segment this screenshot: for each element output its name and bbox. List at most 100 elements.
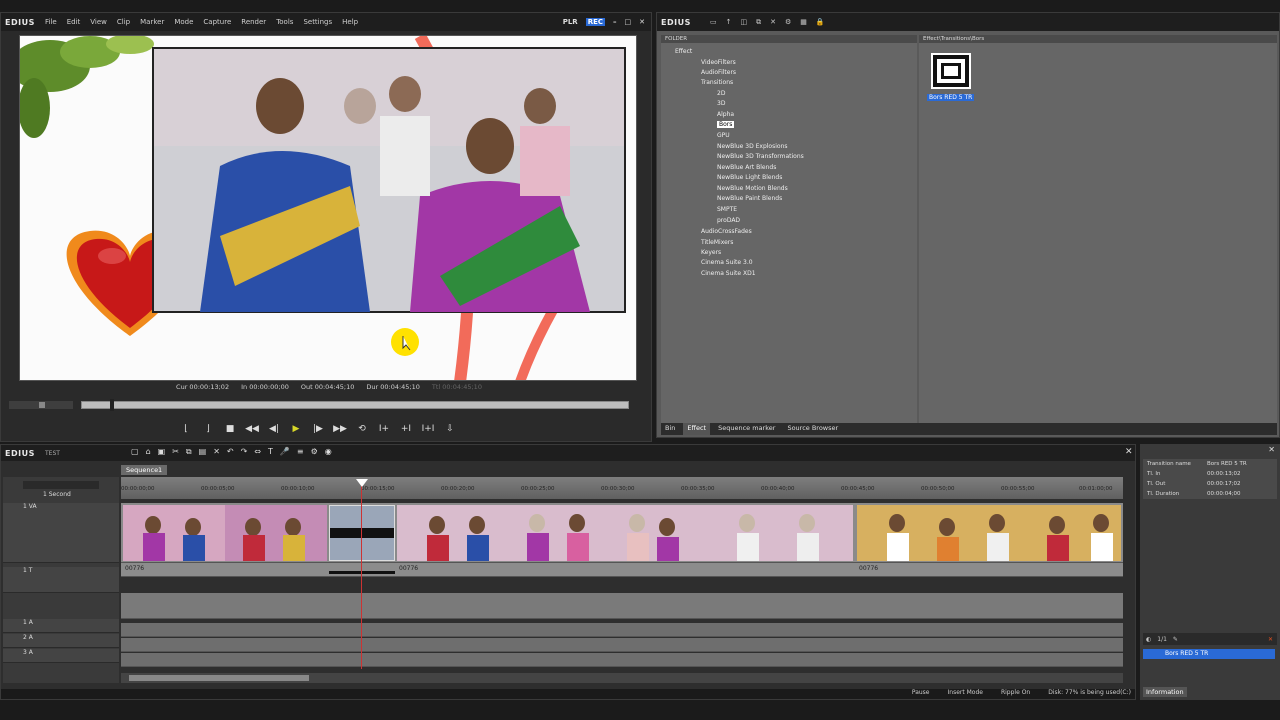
track-2a[interactable]: 2 A [3,634,119,648]
up-folder-icon[interactable]: ↑ [726,18,732,26]
video-clip-2[interactable] [397,505,853,561]
menu-capture[interactable]: Capture [203,18,231,26]
video-clip-3[interactable] [857,505,1121,561]
track-1t[interactable]: 1 T [3,567,119,593]
layer-edit-icon[interactable]: ✎ [1173,636,1178,643]
tree-keyers[interactable]: Keyers [701,249,721,256]
maximize-icon[interactable]: □ [625,18,632,26]
tree-cinema-suite-3[interactable]: Cinema Suite 3.0 [701,259,753,266]
step-forward-icon[interactable]: |▶ [311,423,325,435]
menu-marker[interactable]: Marker [140,18,164,26]
tab-bin[interactable]: Bin [661,423,679,435]
menu-mode[interactable]: Mode [174,18,193,26]
delete-icon[interactable]: ✕ [770,18,776,26]
tab-effect[interactable]: Effect [683,423,711,435]
render-icon[interactable]: ◉ [325,447,332,457]
mic-icon[interactable]: 🎤 [280,447,290,457]
delete-tl-icon[interactable]: ✕ [213,447,220,457]
new-sequence-icon[interactable]: ▢ [131,447,139,457]
export-icon[interactable]: ⇩ [443,423,457,435]
scrollbar-thumb[interactable] [129,675,309,681]
tree-videofilters[interactable]: VideoFilters [701,59,736,66]
timeline-close-icon[interactable]: ✕ [1125,447,1133,457]
view-icon[interactable]: ▦ [800,18,807,26]
menu-settings[interactable]: Settings [303,18,332,26]
tree-newblue-paint-blends[interactable]: NewBlue Paint Blends [717,195,782,202]
stop-icon[interactable]: ■ [223,423,237,435]
step-back-icon[interactable]: ◀| [267,423,281,435]
zoom-label[interactable]: 1 Second [43,491,71,498]
insert-icon[interactable]: I+ [377,423,391,435]
lock-icon[interactable]: 🔒 [816,18,825,26]
redo-icon[interactable]: ↷ [241,447,248,457]
layer-toggle-icon[interactable]: ◐ [1146,636,1151,643]
position-bar[interactable] [81,401,629,409]
menu-help[interactable]: Help [342,18,358,26]
loop-icon[interactable]: ⟲ [355,423,369,435]
video-clip[interactable] [123,505,327,561]
rec-label[interactable]: REC [585,18,605,26]
audio-track-2-area[interactable] [121,638,1123,652]
menu-render[interactable]: Render [241,18,266,26]
tree-audiofilters[interactable]: AudioFilters [701,69,736,76]
three-point-icon[interactable]: I+I [421,423,435,435]
tree-smpte[interactable]: SMPTE [717,206,737,213]
transition-label[interactable]: Bors RED 5 TR [927,94,975,101]
tree-alpha[interactable]: Alpha [717,111,734,118]
tree-prodad[interactable]: proDAD [717,217,740,224]
tree-gpu[interactable]: GPU [717,132,730,139]
menu-view[interactable]: View [90,18,107,26]
open-icon[interactable]: ⌂ [146,447,151,457]
new-folder-icon[interactable]: ◫ [741,18,748,26]
menu-tools[interactable]: Tools [276,18,293,26]
audio-track-1-area[interactable] [121,623,1123,637]
playhead[interactable] [361,481,362,669]
menu-file[interactable]: File [45,18,57,26]
overwrite-icon[interactable]: +I [399,423,413,435]
tree-newblue-motion-blends[interactable]: NewBlue Motion Blends [717,185,788,192]
plr-label[interactable]: PLR [563,18,578,26]
playhead-marker-icon[interactable] [356,479,368,487]
minimize-icon[interactable]: – [613,18,617,26]
fast-forward-icon[interactable]: ▶▶ [333,423,347,435]
tree-newblue-3d-transformations[interactable]: NewBlue 3D Transformations [717,153,804,160]
audio-waveform-track[interactable]: 00776 00776 00776 [121,563,1123,577]
close-icon[interactable]: ✕ [639,18,645,26]
status-ripple[interactable]: Ripple On [1001,689,1030,699]
tree-2d[interactable]: 2D [717,90,725,97]
track-1va[interactable]: 1 VA [3,503,119,563]
tree-audiocrossfades[interactable]: AudioCrossFades [701,228,752,235]
info-close-icon[interactable]: ✕ [1268,445,1275,454]
video-track-area[interactable] [121,503,1123,563]
tree-newblue-3d-explosions[interactable]: NewBlue 3D Explosions [717,143,788,150]
tab-information[interactable]: Information [1143,687,1187,697]
zoom-slider[interactable] [23,481,99,489]
tab-source-browser[interactable]: Source Browser [783,423,842,435]
tree-newblue-light-blends[interactable]: NewBlue Light Blends [717,174,782,181]
tree-bors-selected[interactable]: Bors [717,121,735,128]
layer-delete-icon[interactable]: ✕ [1268,636,1273,643]
snap-icon[interactable]: ⇔ [254,447,261,457]
copy-tl-icon[interactable]: ⧉ [186,447,192,457]
position-knob[interactable] [110,399,114,411]
tree-3d[interactable]: 3D [717,100,725,107]
menu-clip[interactable]: Clip [117,18,130,26]
tree-newblue-art-blends[interactable]: NewBlue Art Blends [717,164,776,171]
time-ruler[interactable]: 00:00:00;00 00:00:05;00 00:00:10;00 00:0… [121,477,1123,499]
tree-transitions[interactable]: Transitions [701,79,733,86]
copy-icon[interactable]: ⧉ [756,18,761,27]
cut-icon[interactable]: ✂ [172,447,179,457]
set-out-icon[interactable]: ⌋ [201,423,215,435]
tree-effect[interactable]: Effect [675,48,692,55]
menu-edit[interactable]: Edit [67,18,81,26]
timeline-scrollbar[interactable] [121,673,1123,683]
info-selected-layer[interactable]: Bors RED 5 TR [1143,649,1275,659]
title-track-area[interactable] [121,593,1123,619]
sequence-tab[interactable]: Sequence1 [121,465,168,475]
properties-icon[interactable]: ⚙ [785,18,791,26]
audio-track-3-area[interactable] [121,653,1123,667]
save-icon[interactable]: ▣ [158,447,166,457]
paste-icon[interactable]: ▤ [199,447,207,457]
title-icon[interactable]: T [268,447,273,457]
rewind-icon[interactable]: ◀◀ [245,423,259,435]
